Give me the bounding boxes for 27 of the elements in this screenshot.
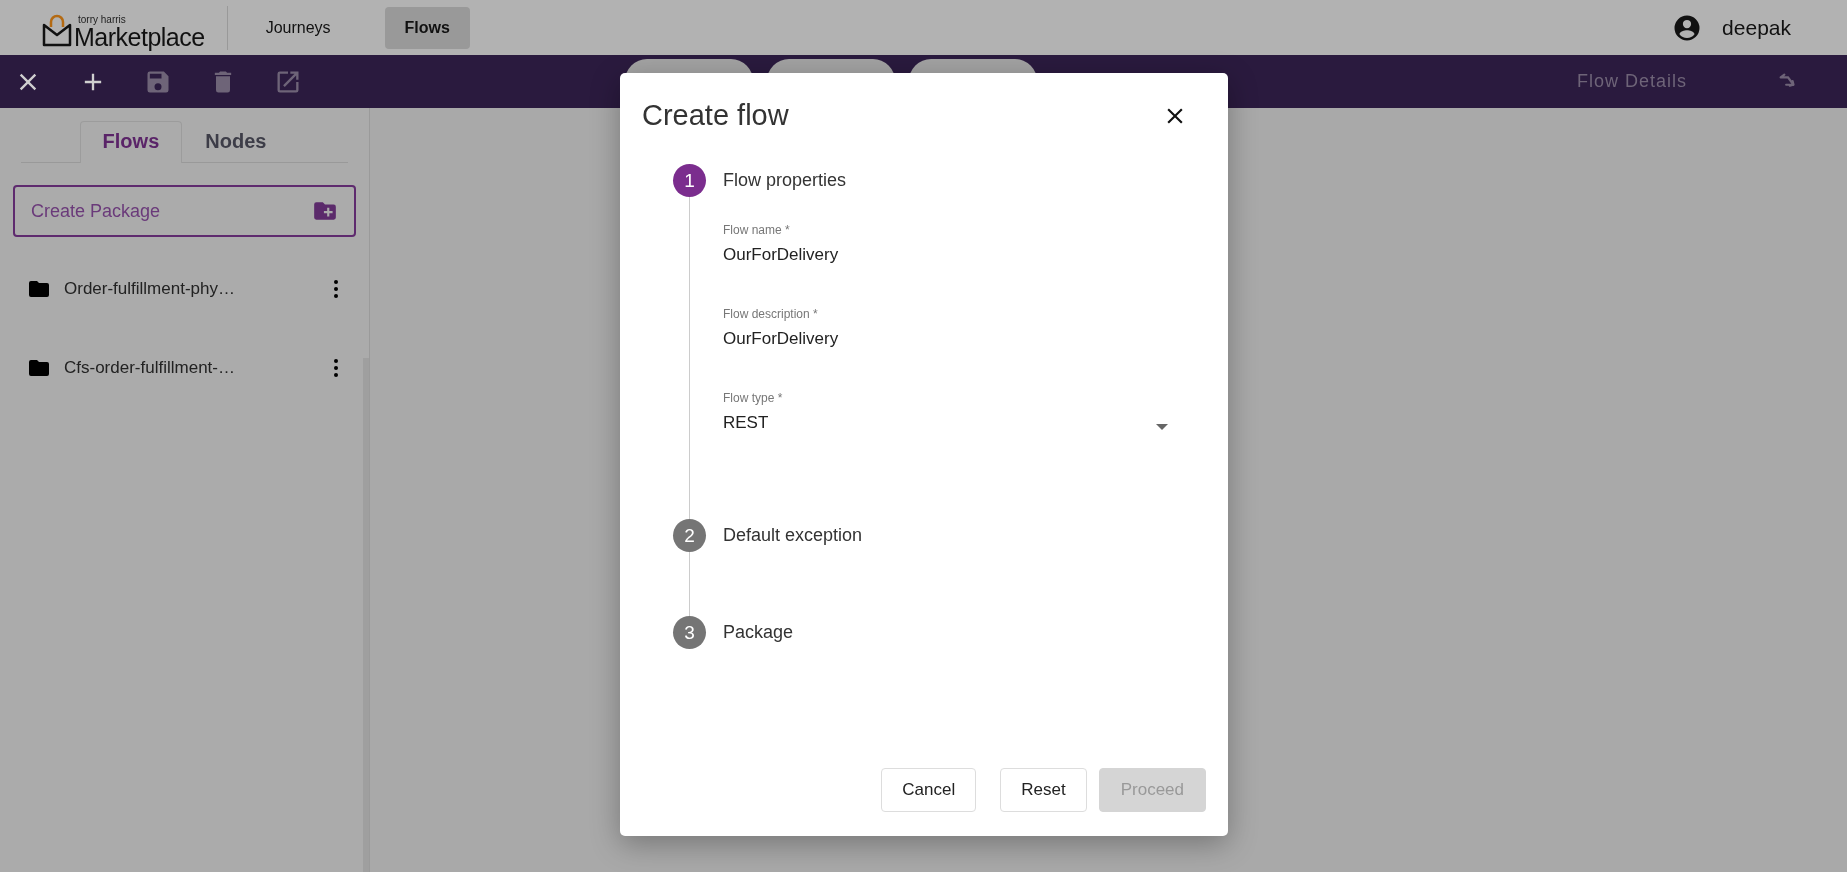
dialog-title: Create flow — [642, 99, 789, 132]
dialog-button[interactable]: Cancel — [881, 768, 977, 812]
dialog-button[interactable]: Reset — [1000, 768, 1087, 812]
field-label: Flow type * — [723, 391, 784, 405]
step-number: 3 — [673, 616, 706, 649]
select-field[interactable]: REST — [723, 413, 1174, 441]
user-name[interactable]: deepak — [1722, 15, 1791, 40]
field-label: Flow name * — [723, 223, 791, 237]
step-label: Default exception — [723, 525, 863, 546]
logo-tagline: torry harris — [77, 14, 127, 25]
package-name[interactable]: Cfs-order-fulfillment-… — [64, 358, 324, 378]
nav-tab[interactable]: Flows — [384, 6, 470, 49]
step-number: 1 — [673, 164, 706, 197]
tab[interactable]: Flows — [79, 121, 183, 163]
step-label: Package — [723, 622, 794, 643]
create-package-button[interactable]: Create Package — [13, 185, 356, 237]
package-name[interactable]: Order-fulfillment-phy… — [64, 279, 324, 299]
field-label: Flow description * — [723, 307, 819, 321]
logo-wordmark: Marketplace — [74, 24, 205, 50]
tab[interactable]: Nodes — [182, 121, 290, 163]
text-input[interactable]: OurForDelivery — [723, 329, 1174, 349]
text-input[interactable]: OurForDelivery — [723, 245, 1174, 265]
step-label: Flow properties — [723, 170, 847, 191]
dropdown-caret-icon — [1156, 424, 1168, 430]
select-value: REST — [723, 413, 769, 433]
step-number: 2 — [673, 519, 706, 552]
nav-tab[interactable]: Journeys — [245, 6, 351, 49]
